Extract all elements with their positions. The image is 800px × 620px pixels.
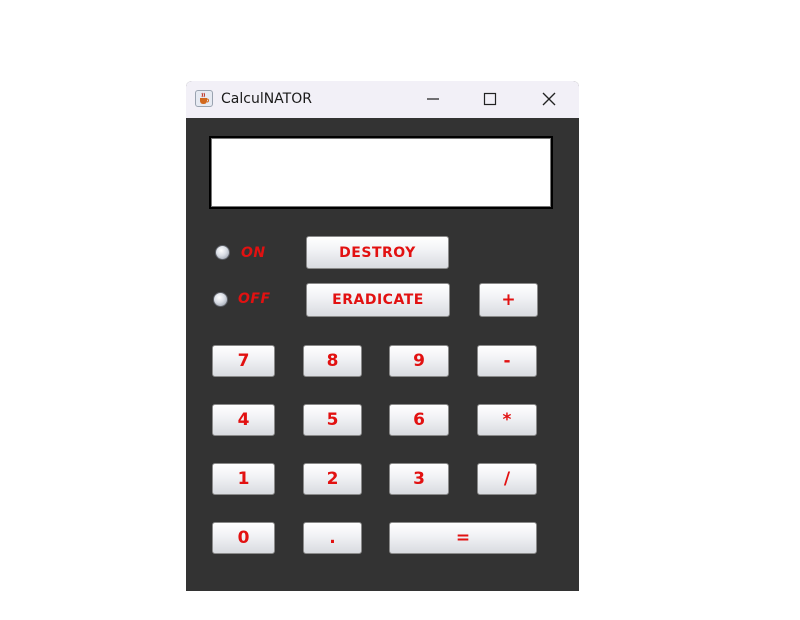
multiply-button[interactable]: * (477, 404, 537, 436)
key-4[interactable]: 4 (212, 404, 275, 436)
plus-button[interactable]: + (479, 283, 538, 317)
key-5[interactable]: 5 (303, 404, 362, 436)
minimize-button[interactable] (410, 81, 456, 118)
maximize-icon (483, 92, 497, 106)
key-9[interactable]: 9 (389, 345, 449, 377)
on-radio[interactable] (215, 245, 230, 260)
key-7[interactable]: 7 (212, 345, 275, 377)
java-cup-icon (195, 90, 213, 107)
key-3[interactable]: 3 (389, 463, 449, 495)
minimize-icon (427, 98, 439, 100)
equals-button[interactable]: = (389, 522, 537, 554)
close-icon (542, 92, 556, 106)
destroy-button[interactable]: DESTROY (306, 236, 449, 269)
decimal-button[interactable]: . (303, 522, 362, 554)
key-2[interactable]: 2 (303, 463, 362, 495)
display-field[interactable] (209, 136, 553, 209)
window-title: CalculNATOR (221, 91, 312, 107)
on-label[interactable]: ON (241, 245, 266, 261)
off-radio[interactable] (213, 292, 228, 307)
calculator-window: CalculNATOR ON OFF DESTROY ERADICATE + 7… (186, 81, 579, 591)
close-button[interactable] (526, 81, 572, 118)
eradicate-button[interactable]: ERADICATE (306, 283, 450, 317)
minus-button[interactable]: - (477, 345, 537, 377)
divide-button[interactable]: / (477, 463, 537, 495)
key-6[interactable]: 6 (389, 404, 449, 436)
key-8[interactable]: 8 (303, 345, 362, 377)
maximize-button[interactable] (467, 81, 513, 118)
key-0[interactable]: 0 (212, 522, 275, 554)
title-bar[interactable]: CalculNATOR (186, 81, 579, 118)
off-label[interactable]: OFF (238, 291, 271, 307)
key-1[interactable]: 1 (212, 463, 275, 495)
